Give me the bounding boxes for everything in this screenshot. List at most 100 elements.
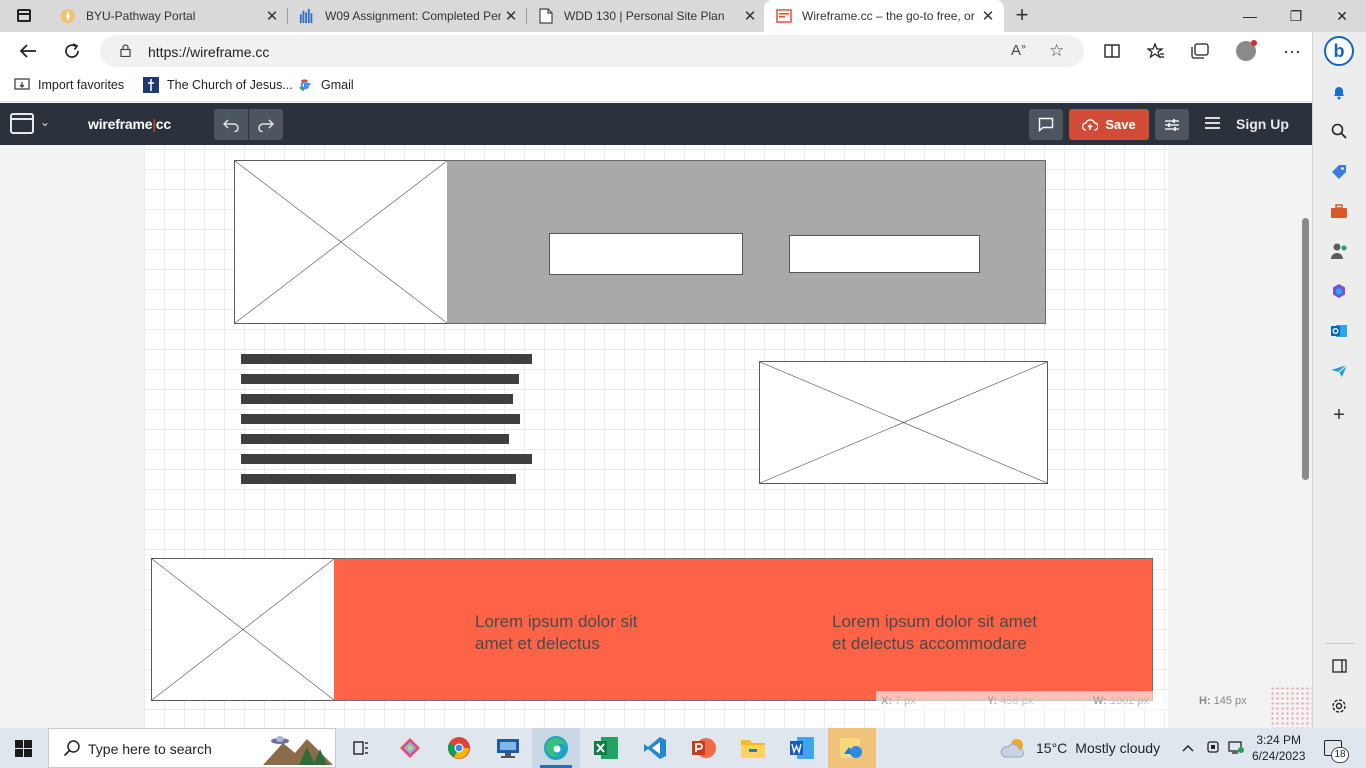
remote-desktop-icon[interactable] [494,734,522,762]
wireframe-logo[interactable]: wireframe|cc [88,116,171,132]
text-line[interactable] [241,434,509,444]
redo-icon [258,118,274,132]
redo-button[interactable] [249,109,283,140]
header-image-placeholder[interactable] [234,160,448,324]
task-view-icon[interactable] [346,734,374,762]
settings-button[interactable] [1155,109,1189,140]
undo-redo-group [214,109,283,140]
resize-handle-pattern[interactable] [1270,686,1312,728]
status-h-value: 145 px [1213,695,1247,707]
page-scrollbar[interactable] [1302,218,1309,480]
device-icon[interactable] [1206,740,1220,757]
send-icon[interactable] [1329,361,1349,381]
text-line[interactable] [241,474,516,484]
favorite-import[interactable]: Import favorites [14,77,124,93]
comment-button[interactable] [1029,109,1063,140]
taskbar-search-box[interactable]: Type here to search [48,728,336,768]
show-hidden-icons-chevron-icon[interactable] [1182,740,1194,755]
text-line[interactable] [241,354,532,364]
text-line[interactable] [241,454,532,464]
photos-icon[interactable] [838,734,866,762]
header-input-box-1[interactable] [549,233,743,275]
favorite-star-icon[interactable]: ☆ [1049,41,1064,61]
close-tab-icon[interactable]: ✕ [262,7,282,25]
status-y-label: Y: [987,695,998,707]
status-w: W: 1002 px [1093,691,1149,711]
favorite-label: Import favorites [38,78,125,92]
status-x: X: 7 px [881,691,916,711]
close-tab-icon[interactable]: ✕ [740,7,760,25]
profile-notification-dot [1251,40,1257,46]
tab-title: BYU-Pathway Portal [86,9,196,23]
favorites-icon[interactable] [1141,37,1171,65]
word-icon[interactable] [788,734,816,762]
maximize-button[interactable]: ❐ [1273,0,1319,32]
snipping-tool-icon[interactable] [396,734,424,762]
minimize-button[interactable]: — [1227,0,1273,32]
footer-text-2[interactable]: Lorem ipsum dolor sit amet et delectus a… [832,611,1037,655]
close-window-button[interactable]: ✕ [1319,0,1365,32]
split-screen-icon[interactable] [1097,37,1127,65]
undo-button[interactable] [214,109,248,140]
tab-actions-menu-button[interactable] [8,6,38,26]
logo-text-left: wireframe [88,116,153,132]
search-placeholder: Type here to search [88,741,212,757]
network-icon[interactable] [1228,740,1244,757]
footer-text-1[interactable]: Lorem ipsum dolor sit amet et delectus [475,611,638,655]
tab-w09-assignment[interactable]: W09 Assignment: Completed Per ✕ [287,0,527,32]
new-tab-button[interactable]: + [1010,4,1034,28]
tab-actions-icon [17,9,31,22]
games-icon[interactable] [1329,241,1349,261]
tab-wireframe-cc[interactable]: Wireframe.cc – the go-to free, or ✕ [764,0,1004,32]
hide-sidebar-icon[interactable] [1329,656,1349,676]
sign-up-link[interactable]: Sign Up [1236,116,1289,132]
tools-briefcase-icon[interactable] [1329,201,1349,221]
text-line[interactable] [241,414,520,424]
weather-temperature: 15°C [1036,740,1068,756]
page-selector-icon[interactable] [10,113,34,134]
text-line[interactable] [241,394,513,404]
tab-wdd130-site-plan[interactable]: WDD 130 | Personal Site Plan ✕ [526,0,766,32]
refresh-button[interactable] [57,37,87,65]
footer-image-placeholder[interactable] [151,558,335,701]
add-tool-icon[interactable]: + [1329,404,1349,426]
edge-icon[interactable] [542,734,570,762]
url-text[interactable]: https://wireframe.cc [148,44,269,60]
more-options-icon[interactable]: ··· [1277,37,1307,65]
wireframe-canvas-area[interactable]: Lorem ipsum dolor sit amet et delectus L… [0,145,1312,728]
sidebar-divider [1325,643,1355,644]
windows-start-icon[interactable] [15,740,32,757]
search-icon[interactable] [1329,121,1349,141]
address-bar[interactable]: https://wireframe.cc A» ☆ [100,35,1084,67]
outlook-icon[interactable] [1329,321,1349,341]
favorite-church[interactable]: The Church of Jesus... [143,77,293,93]
status-x-label: X: [881,695,892,707]
favorite-gmail[interactable]: Gmail [297,77,354,93]
close-tab-icon[interactable]: ✕ [501,7,521,25]
file-explorer-icon[interactable] [739,734,767,762]
content-image-placeholder[interactable] [759,361,1048,484]
text-line[interactable] [241,374,519,384]
chrome-icon[interactable] [445,734,473,762]
excel-icon[interactable] [592,734,620,762]
footer-text-1-line-1: Lorem ipsum dolor sit [475,612,638,631]
bing-chat-icon[interactable]: b [1324,36,1354,66]
sidebar-settings-gear-icon[interactable] [1329,696,1349,716]
weather-widget[interactable]: 15°C Mostly cloudy [1000,736,1160,760]
save-button[interactable]: Save [1069,109,1149,140]
shopping-tag-icon[interactable] [1329,162,1349,182]
chevron-down-icon[interactable]: ⌄ [40,115,50,129]
system-clock[interactable]: 3:24 PM 6/24/2023 [1252,732,1305,764]
microsoft365-icon[interactable] [1329,281,1349,301]
vscode-icon[interactable] [641,734,669,762]
bell-icon[interactable] [1329,82,1349,102]
header-input-box-2[interactable] [789,235,980,273]
hamburger-menu-icon[interactable] [1205,117,1220,129]
back-button[interactable] [13,37,43,65]
tab-byu-pathway[interactable]: BYU-Pathway Portal ✕ [48,0,288,32]
collections-icon[interactable] [1185,37,1215,65]
close-tab-icon[interactable]: ✕ [978,7,998,25]
powerpoint-icon[interactable] [690,734,718,762]
tab-title: W09 Assignment: Completed Per [325,9,501,23]
read-aloud-icon[interactable]: A» [1011,41,1026,59]
